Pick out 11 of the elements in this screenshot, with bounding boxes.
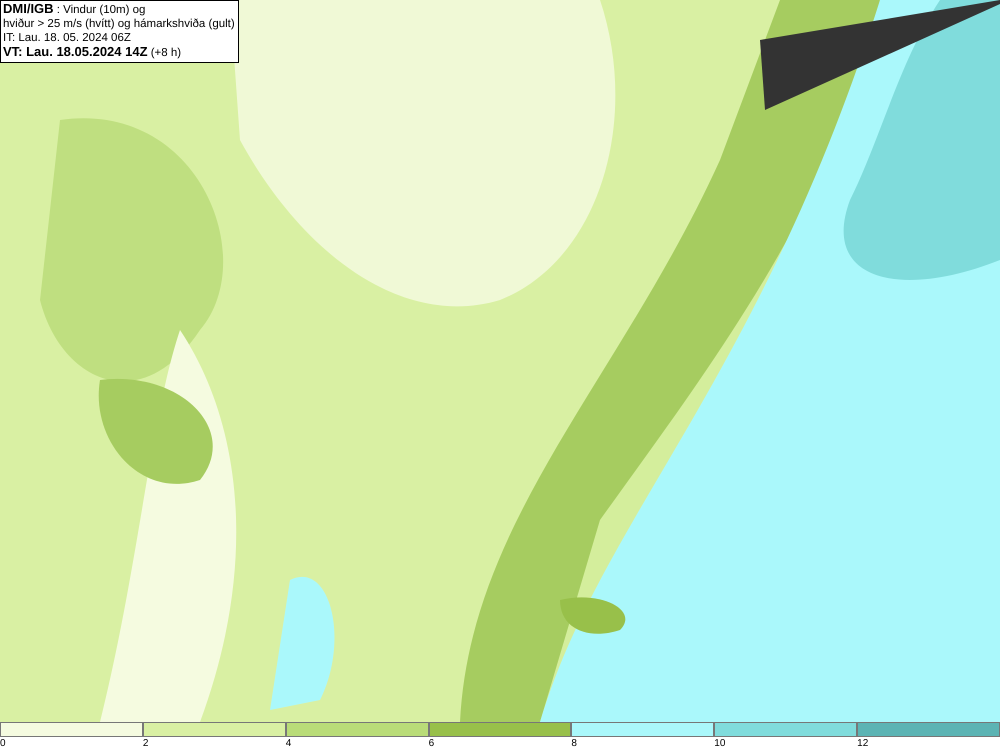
- legend-label: 8: [571, 737, 577, 750]
- info-text: DMI/IGB : Vindur (10m) og: [3, 2, 146, 17]
- info-text: IT: Lau. 18. 05. 2024 06Z: [3, 31, 132, 45]
- legend-label: 10: [714, 737, 726, 750]
- legend-label: 12: [857, 737, 868, 750]
- legend-label: 4: [286, 737, 292, 750]
- info-text: hviður > 25 m/s (hvítt) og hámarkshviða (gult): [3, 17, 235, 31]
- legend-label: 0: [0, 737, 6, 750]
- legend-label: 6: [428, 737, 434, 750]
- legend-label: 2: [142, 737, 148, 750]
- info-text: VT: Lau. 18.05.2024 14Z (+8 h): [3, 45, 182, 60]
